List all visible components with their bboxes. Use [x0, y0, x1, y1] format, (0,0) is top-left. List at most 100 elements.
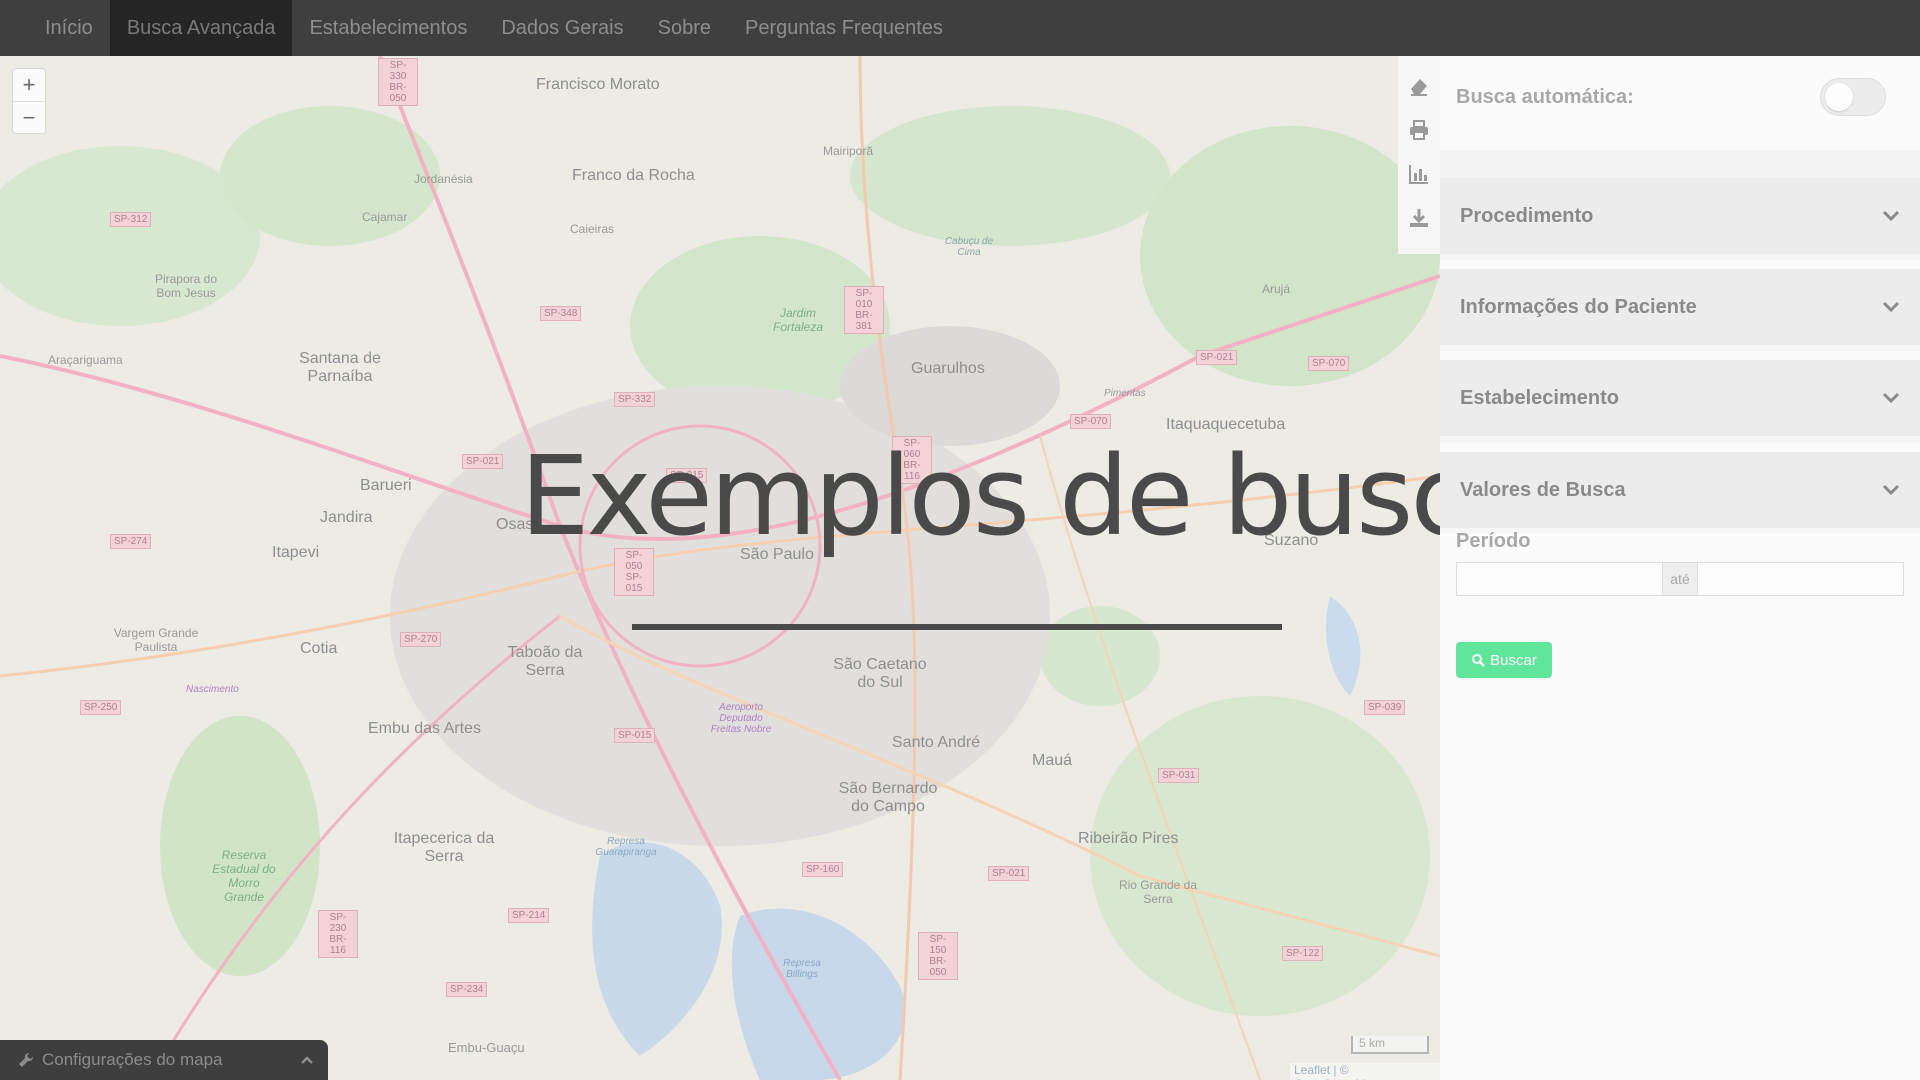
road-shield: SP-070 [1070, 414, 1112, 429]
map-label: Pirapora do Bom Jesus [154, 272, 218, 300]
map-label: Caieiras [570, 222, 615, 236]
map-label: Francisco Morato [536, 76, 660, 93]
road-shield: SP-010 BR-381 [844, 286, 884, 334]
road-shield: SP-214 [508, 908, 550, 923]
road-shield: SP-021 [1196, 350, 1238, 365]
map-label: Araçariguama [48, 353, 123, 367]
print-icon[interactable] [1401, 108, 1437, 152]
road-shield: SP-150 BR-050 [918, 932, 958, 980]
road-shield: SP-250 [80, 700, 122, 715]
map-label: Taboão da Serra [507, 644, 583, 679]
map-label: Jandira [320, 509, 373, 526]
map-label: Guarulhos [911, 360, 985, 377]
zoom-in-button[interactable]: + [13, 69, 45, 101]
map-scale: 5 km [1351, 1036, 1429, 1054]
road-shield: SP-021 [988, 866, 1030, 881]
toggle-knob [1825, 83, 1853, 111]
road-shield: SP-122 [1282, 946, 1324, 961]
period-separator: até [1662, 563, 1698, 595]
map-config-label: Configurações do mapa [42, 1050, 223, 1069]
road-shield: SP-348 [540, 306, 582, 321]
road-shield: SP-330 BR-050 [378, 58, 418, 106]
map-label: Santana de Parnaíba [299, 350, 381, 385]
map-label: Rio Grande da Serra [1118, 878, 1198, 906]
map-label: Embu-Guaçu [448, 1040, 525, 1055]
period-label: Período [1456, 530, 1531, 552]
section-divider [1440, 150, 1920, 178]
chevron-up-icon[interactable] [300, 1055, 314, 1065]
period-start-input[interactable] [1457, 563, 1662, 595]
nav-perguntas-frequentes[interactable]: Perguntas Frequentes [728, 0, 960, 56]
nav-estabelecimentos[interactable]: Estabelecimentos [292, 0, 484, 56]
period-end-input[interactable] [1698, 563, 1903, 595]
accordion-procedimento[interactable]: Procedimento [1440, 178, 1920, 260]
road-shield: SP-230 BR-116 [318, 910, 358, 958]
road-shield: SP-039 [1364, 700, 1406, 715]
zoom-out-button[interactable]: − [13, 101, 45, 133]
map-attribution[interactable]: Leaflet | © OpenStreetMap [1290, 1063, 1440, 1080]
chevron-down-icon [1882, 392, 1900, 404]
map-label: Cajamar [362, 210, 408, 224]
chevron-down-icon [1882, 484, 1900, 496]
map-tiles [0, 56, 1440, 1080]
map-label: Itapevi [272, 544, 320, 561]
road-shield: SP-160 [802, 862, 844, 877]
top-navbar: Início Busca Avançada Estabelecimentos D… [0, 0, 1920, 56]
road-shield: SP-274 [110, 534, 152, 549]
map-label: Jardim Fortaleza [772, 306, 824, 334]
accordion-informacoes-paciente[interactable]: Informações do Paciente [1440, 269, 1920, 351]
road-shield: SP-332 [614, 392, 656, 407]
download-icon[interactable] [1401, 196, 1437, 240]
map-label: Mairiporã [823, 144, 874, 158]
search-button[interactable]: Buscar [1456, 642, 1552, 678]
map-label: Cabuçu de Cima [944, 236, 994, 258]
eraser-icon[interactable] [1401, 64, 1437, 108]
map-label: Vargem Grande Paulista [113, 626, 199, 654]
map-label: Nascimento [186, 684, 239, 695]
chevron-down-icon [1882, 210, 1900, 222]
road-shield: SP-070 [1308, 356, 1350, 371]
map-label: Aeroporto Deputado Freitas Nobre [710, 702, 772, 735]
search-button-label: Buscar [1490, 651, 1537, 669]
map-label: Represa Guarapiranga [595, 836, 657, 858]
map-toolbar [1398, 56, 1440, 254]
accordion-estabelecimento[interactable]: Estabelecimento [1440, 360, 1920, 442]
nav-dados-gerais[interactable]: Dados Gerais [484, 0, 640, 56]
accordion-valores-busca[interactable]: Valores de Busca [1440, 452, 1920, 534]
bar-chart-icon[interactable] [1401, 152, 1437, 196]
title-underline [632, 624, 1282, 630]
auto-search-toggle[interactable] [1820, 78, 1886, 116]
road-shield: SP-021 [462, 454, 504, 469]
chevron-down-icon [1882, 301, 1900, 313]
map-label: São Caetano do Sul [833, 656, 927, 691]
road-shield: SP-015 [614, 728, 656, 743]
map-view[interactable]: Francisco Morato Franco da Rocha Mairipo… [0, 56, 1440, 1080]
road-shield: SP-031 [1158, 768, 1200, 783]
map-label: Franco da Rocha [572, 167, 695, 184]
examples-title: Exemplos de busca [520, 432, 1535, 560]
accordion-label: Procedimento [1460, 204, 1594, 227]
wrench-icon [19, 1052, 34, 1067]
accordion-label: Informações do Paciente [1460, 295, 1697, 318]
map-config-bar[interactable]: Configurações do mapa [0, 1040, 328, 1080]
road-shield: SP-312 [110, 212, 152, 227]
map-label: Mauá [1032, 752, 1073, 769]
map-label: Santo André [892, 734, 981, 751]
map-label: Represa Billings [783, 958, 821, 980]
road-shield: SP-270 [400, 632, 442, 647]
auto-search-label: Busca automática: [1456, 85, 1634, 108]
map-label: Ribeirão Pires [1078, 830, 1179, 847]
map-label: Jordanésia [414, 172, 473, 186]
search-sidebar: Busca automática: Procedimento Informaçõ… [1440, 56, 1920, 1080]
map-label: Cotia [300, 640, 338, 657]
nav-inicio[interactable]: Início [28, 0, 110, 56]
map-label: Embu das Artes [368, 720, 481, 737]
map-label: Itapecerica da Serra [393, 830, 495, 865]
zoom-control: + − [12, 68, 46, 134]
map-label: Barueri [360, 477, 412, 494]
nav-busca-avancada[interactable]: Busca Avançada [109, 0, 293, 56]
map-label: Arujá [1262, 282, 1291, 296]
search-icon [1472, 654, 1486, 667]
accordion-label: Estabelecimento [1460, 386, 1619, 409]
nav-sobre[interactable]: Sobre [641, 0, 728, 56]
